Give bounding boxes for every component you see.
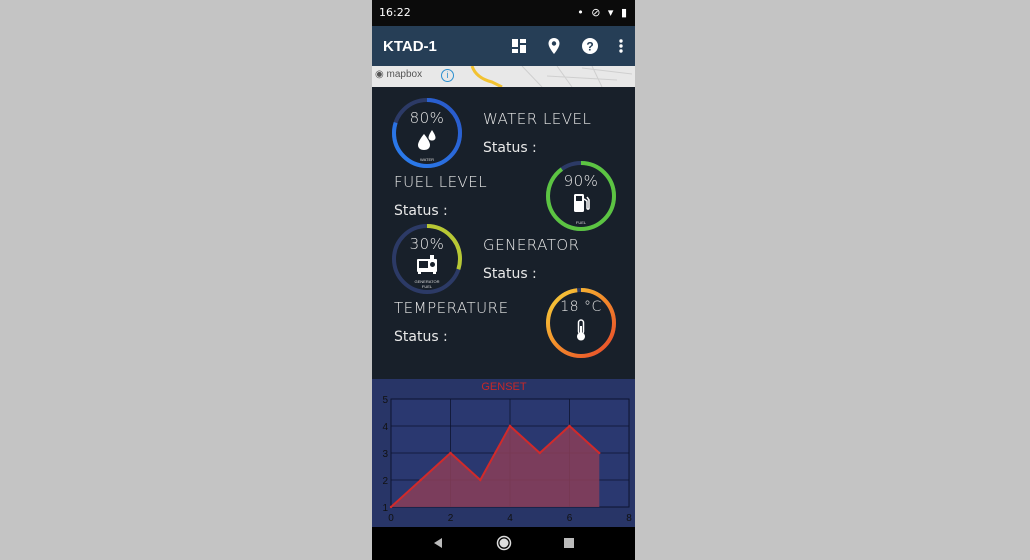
water-status-label: Status :	[483, 140, 537, 156]
water-gauge-value: 80%	[409, 109, 445, 127]
phone-screen: 16:22 • ⊘ ▾ ▮ KTAD-1 ? ◉ mapbox i 80% WA…	[372, 0, 635, 560]
dashboard-icon	[512, 39, 526, 53]
recents-icon[interactable]	[563, 537, 575, 549]
x-tick-label: 2	[448, 513, 454, 524]
fuel-status-label: Status :	[394, 203, 448, 219]
fuel-gauge-caption: FUEL	[575, 220, 587, 225]
mute-icon: ⊘	[591, 6, 603, 19]
overflow-menu-button[interactable]	[611, 36, 631, 56]
status-icons: • ⊘ ▾ ▮	[577, 6, 629, 19]
generator-gauge-value: 30%	[409, 235, 445, 253]
x-tick-label: 4	[507, 513, 513, 524]
data-point	[479, 478, 482, 482]
generator-gauge-caption: GENERATOR FUEL	[414, 279, 440, 289]
notification-dot-icon: •	[577, 6, 586, 19]
fuel-gauge-value: 90%	[563, 172, 599, 190]
help-button[interactable]: ?	[580, 36, 600, 56]
fuel-gauge: 90% FUEL	[545, 160, 617, 232]
generator-icon	[417, 255, 437, 274]
location-pin-icon	[548, 38, 560, 54]
data-point	[598, 451, 601, 455]
data-point	[538, 451, 541, 455]
status-time: 16:22	[379, 6, 411, 19]
water-gauge-caption: WATER	[420, 157, 434, 162]
dashboard-panel: 80% WATER WATER LEVEL Status : FUEL LEVE…	[372, 87, 635, 379]
temperature-label: TEMPERATURE	[394, 299, 509, 317]
data-point	[568, 424, 571, 428]
y-tick-label: 5	[382, 395, 388, 406]
status-bar: 16:22 • ⊘ ▾ ▮	[372, 0, 635, 26]
genset-chart: GENSET 0 2 4 6 8 1 2 3 4 5	[372, 379, 635, 527]
dashboard-button[interactable]	[509, 36, 529, 56]
nav-bar	[372, 527, 635, 560]
temperature-gauge-value: 18 °C	[560, 299, 602, 315]
y-tick-label: 3	[382, 449, 388, 460]
generator-label: GENERATOR	[483, 236, 580, 254]
battery-icon: ▮	[620, 6, 629, 19]
fuel-pump-icon	[574, 194, 590, 212]
home-icon[interactable]	[496, 535, 512, 551]
data-point	[389, 505, 393, 509]
back-icon[interactable]	[431, 536, 445, 550]
x-tick-label: 8	[626, 513, 632, 524]
data-point	[449, 451, 452, 455]
app-bar: KTAD-1 ?	[372, 26, 635, 66]
thermometer-icon	[577, 319, 585, 341]
app-title: KTAD-1	[383, 38, 437, 55]
temperature-gauge: 18 °C	[545, 287, 617, 359]
mapbox-attribution[interactable]: ◉ mapbox	[375, 69, 422, 80]
generator-gauge: 30% GENERATOR FUEL	[391, 223, 463, 295]
more-vert-icon	[619, 39, 623, 53]
genset-chart-svg: GENSET 0 2 4 6 8 1 2 3 4 5	[382, 381, 632, 524]
wifi-icon: ▾	[607, 6, 616, 19]
map-view[interactable]: ◉ mapbox i	[372, 66, 635, 87]
data-point	[419, 478, 422, 482]
chart-title: GENSET	[481, 381, 527, 393]
map-info-button[interactable]: i	[441, 69, 454, 82]
svg-text:?: ?	[586, 40, 593, 54]
y-tick-label: 4	[382, 422, 388, 433]
help-icon: ?	[582, 38, 598, 54]
water-gauge: 80% WATER	[391, 97, 463, 169]
data-point	[508, 424, 512, 428]
generator-status-label: Status :	[483, 266, 537, 282]
fuel-level-label: FUEL LEVEL	[394, 173, 488, 191]
x-tick-label: 6	[567, 513, 573, 524]
x-tick-label: 0	[388, 513, 394, 524]
water-level-label: WATER LEVEL	[483, 110, 592, 128]
location-button[interactable]	[544, 36, 564, 56]
y-tick-label: 2	[382, 476, 388, 487]
y-tick-label: 1	[382, 503, 388, 514]
temperature-status-label: Status :	[394, 329, 448, 345]
water-drops-icon	[418, 130, 436, 150]
